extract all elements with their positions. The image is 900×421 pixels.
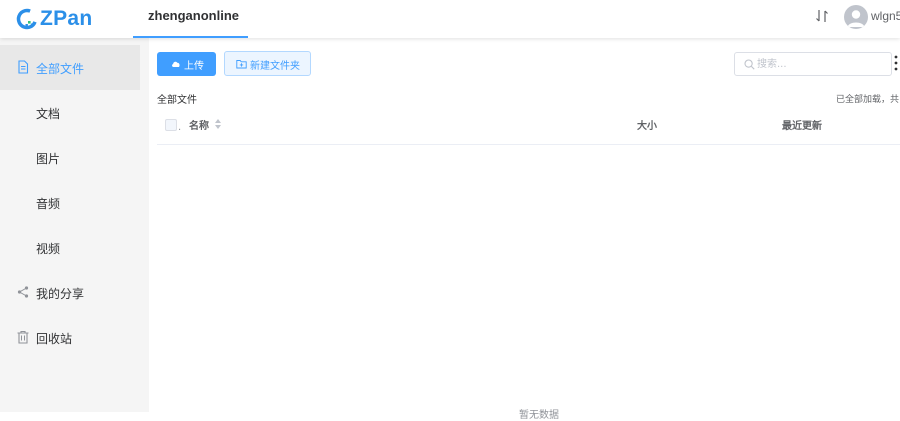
new-folder-button[interactable]: 新建文件夹 (224, 51, 311, 76)
sidebar-item-label: 回收站 (36, 332, 73, 346)
search-box (734, 52, 892, 76)
cloud-upload-icon (172, 61, 180, 67)
tab-zhenganonline[interactable]: zhenganonline (133, 0, 248, 38)
logo-text: ZPan (40, 7, 93, 30)
document-icon (18, 60, 29, 74)
empty-table-text: 暂无数据 (519, 410, 559, 421)
top-header: ZPan zhenganonline wlgn5 (0, 0, 900, 38)
sidebar-item-my-shares[interactable]: 我的分享 (0, 270, 140, 315)
sidebar-item-documents[interactable]: 文档 (0, 90, 140, 135)
more-options-icon[interactable] (894, 54, 898, 72)
sidebar-item-label: 全部文件 (36, 62, 85, 76)
load-status-text: 已全部加载，共 (836, 95, 900, 105)
upload-button[interactable]: 上传 (157, 52, 216, 76)
sidebar-item-audio[interactable]: 音频 (0, 180, 140, 225)
sidebar-item-label: 文档 (36, 107, 61, 121)
select-all-checkbox[interactable] (165, 119, 177, 131)
breadcrumb[interactable]: 全部文件 (157, 91, 197, 106)
username[interactable]: wlgn5 (871, 9, 900, 23)
search-icon (744, 59, 755, 70)
user-avatar-icon (847, 10, 865, 27)
sidebar-item-label: 视频 (36, 242, 61, 256)
upload-label: 上传 (184, 61, 204, 72)
sidebar-item-label: 音频 (36, 197, 61, 211)
sidebar: 全部文件 文档 图片 音频 视频 我的分享 回收站 (0, 38, 149, 412)
column-updated-header[interactable]: 最近更新 (782, 117, 822, 132)
transfer-sort-icon[interactable] (814, 8, 830, 24)
sidebar-item-images[interactable]: 图片 (0, 135, 140, 180)
search-input[interactable] (757, 56, 877, 72)
sort-caret-icon[interactable] (214, 118, 222, 130)
table-header: . 名称 大小 最近更新 (157, 110, 900, 145)
file-browser: 上传 新建文件夹 全部文件 已全部加载，共 . 名称 大小 最近更新 暂无数据 (149, 38, 900, 421)
zpan-logo-icon (16, 8, 38, 30)
tab-label: zhenganonline (148, 8, 239, 23)
header-separator: . (178, 122, 182, 133)
sidebar-item-all-files[interactable]: 全部文件 (0, 45, 140, 90)
avatar[interactable] (844, 5, 868, 29)
app-logo[interactable]: ZPan (16, 6, 93, 32)
share-icon (17, 286, 29, 298)
sidebar-item-recycle-bin[interactable]: 回收站 (0, 315, 140, 360)
column-size-header[interactable]: 大小 (637, 117, 657, 132)
new-folder-label: 新建文件夹 (250, 61, 300, 72)
sidebar-item-label: 我的分享 (36, 287, 85, 301)
folder-add-icon (236, 60, 247, 69)
trash-icon (17, 330, 29, 344)
sidebar-item-video[interactable]: 视频 (0, 225, 140, 270)
sidebar-item-label: 图片 (36, 152, 61, 166)
column-name-header[interactable]: 名称 (189, 117, 209, 132)
